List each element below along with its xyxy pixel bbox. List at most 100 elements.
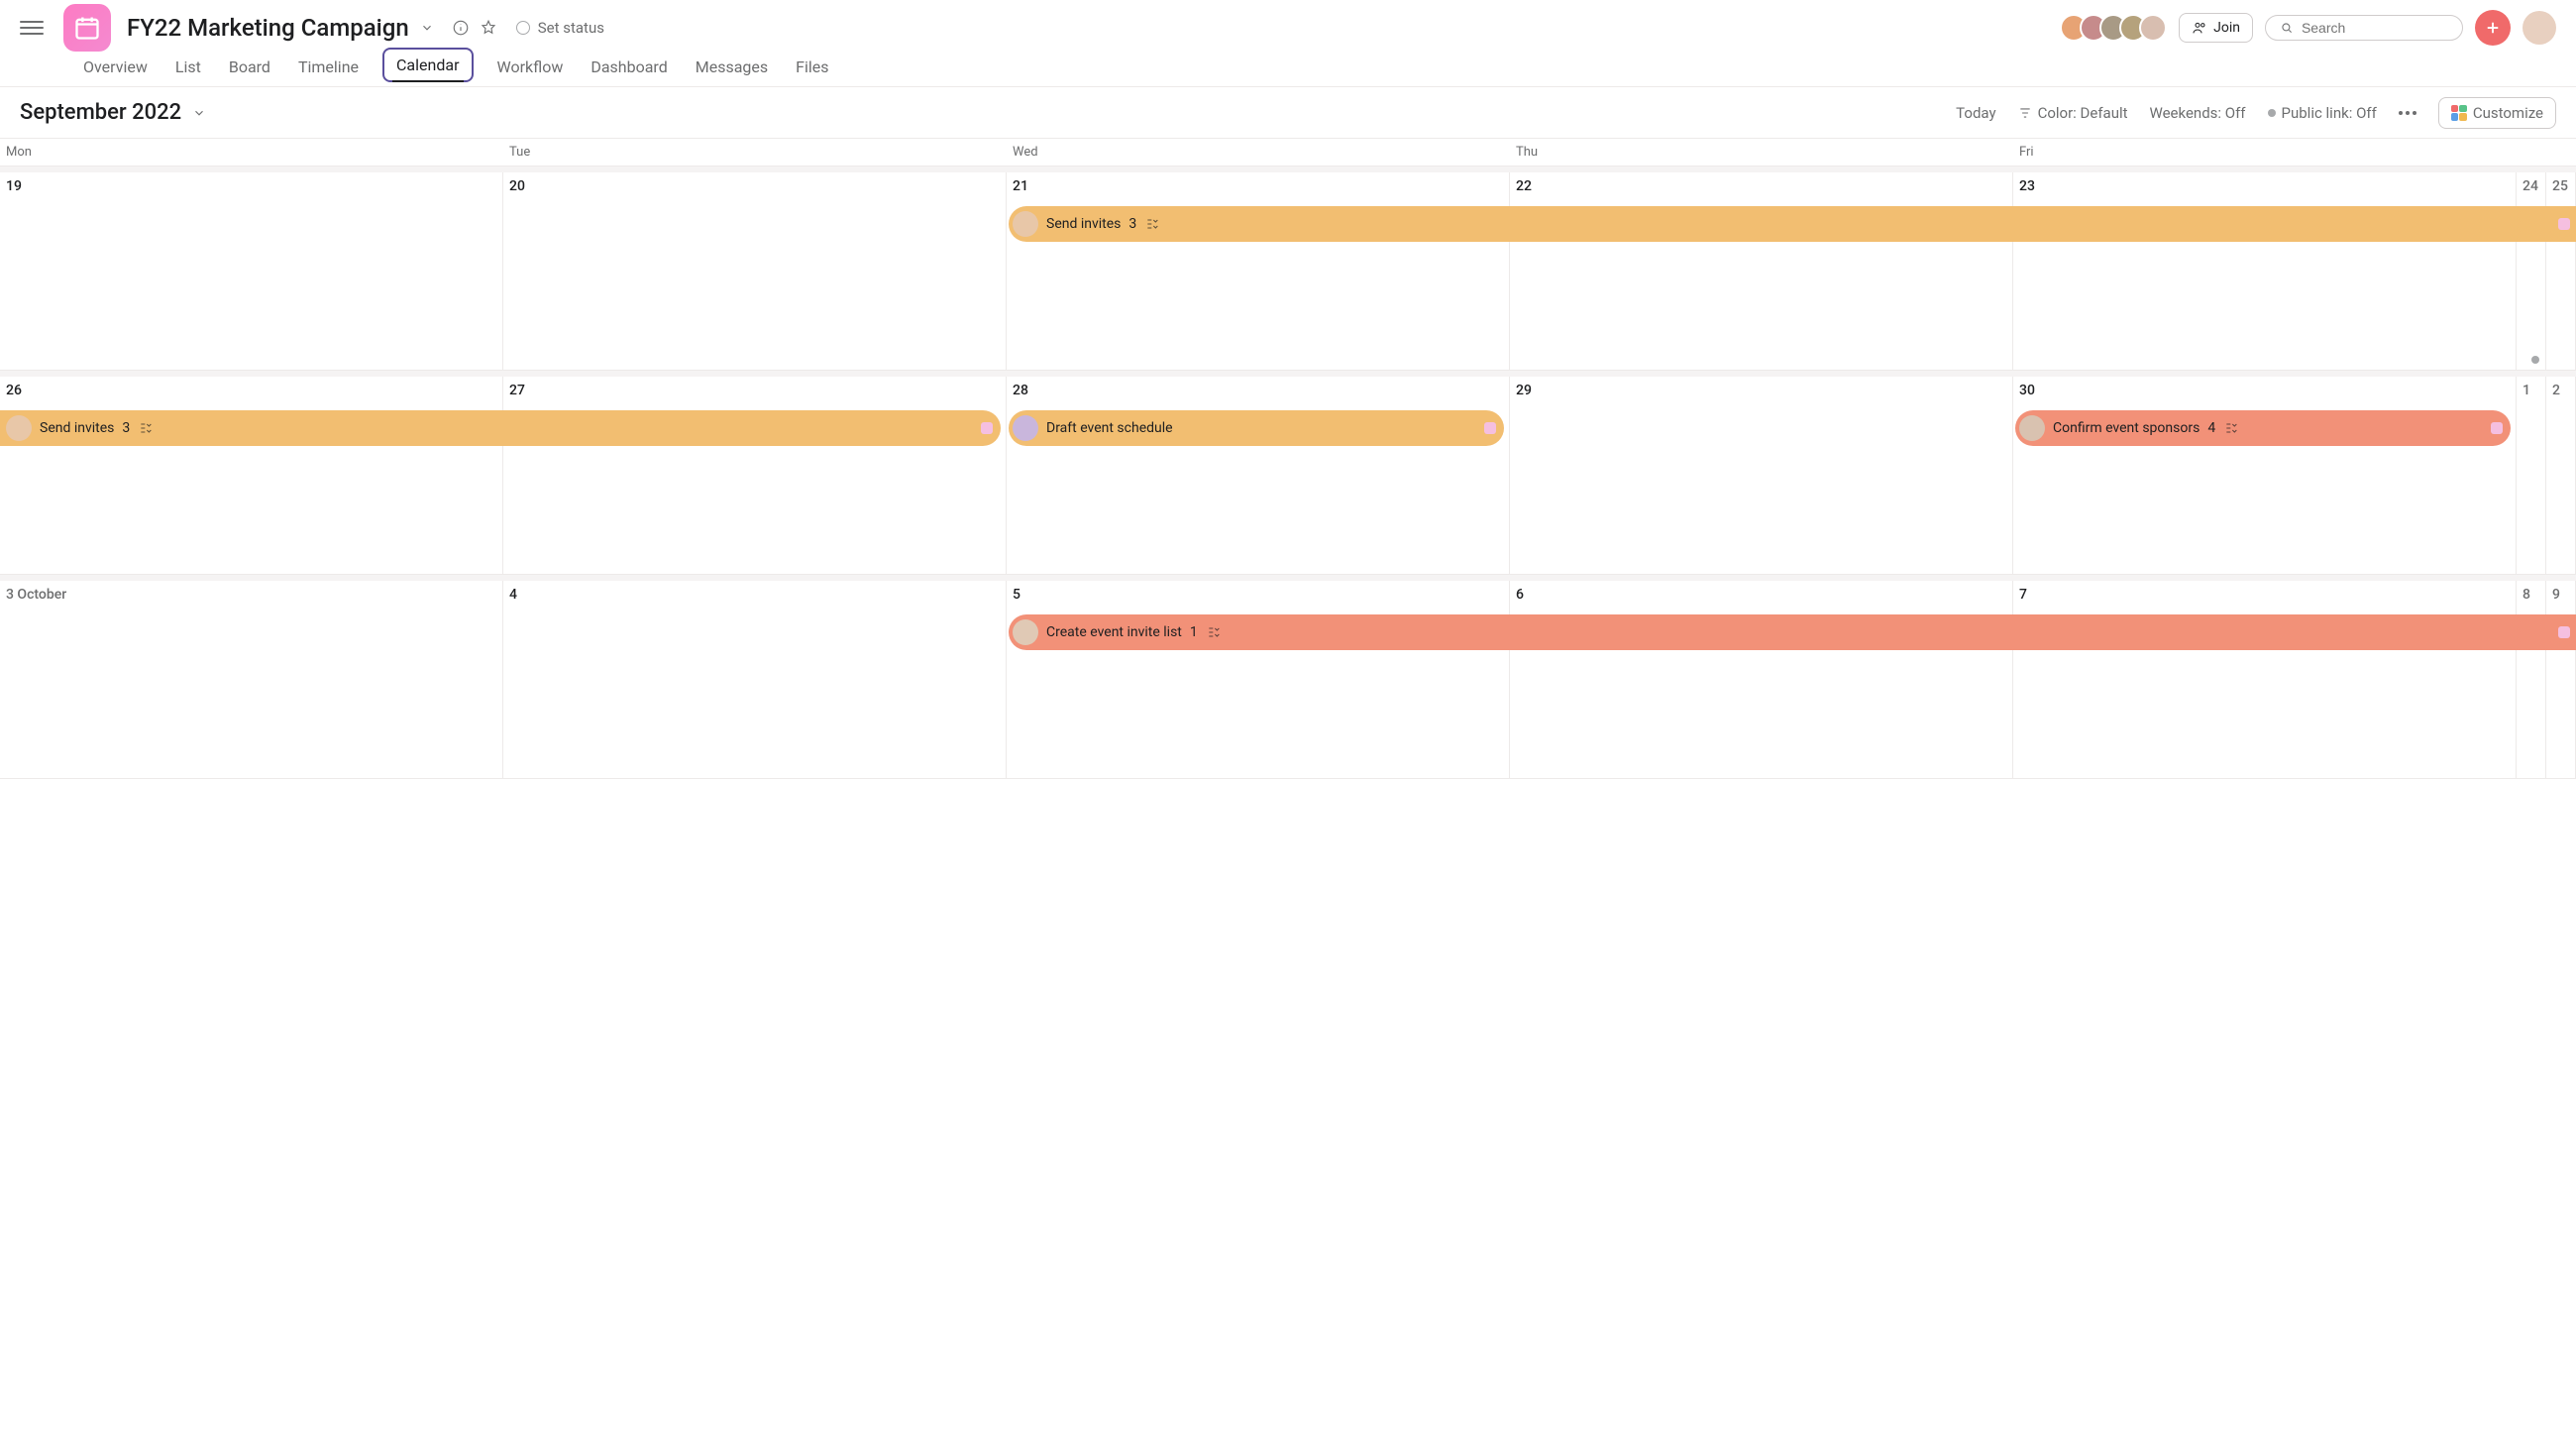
calendar-cell[interactable]: 23 xyxy=(2013,172,2517,371)
cell-date: 7 xyxy=(2019,587,2510,603)
calendar-cell[interactable]: 30 xyxy=(2013,377,2517,575)
calendar-cell[interactable]: 6 xyxy=(1510,581,2013,779)
task-bar[interactable]: Create event invite list1 xyxy=(1009,614,2576,650)
member-avatars[interactable] xyxy=(2060,14,2167,42)
tab-timeline[interactable]: Timeline xyxy=(294,57,363,86)
color-filter[interactable]: Color: Default xyxy=(2018,104,2128,122)
day-header: Tue xyxy=(503,139,1007,166)
calendar-cell[interactable]: 25 xyxy=(2546,172,2576,371)
add-button[interactable] xyxy=(2475,10,2511,46)
tab-workflow[interactable]: Workflow xyxy=(493,57,568,86)
dot-icon xyxy=(2268,109,2276,117)
subtask-icon xyxy=(2223,420,2239,436)
task-bar[interactable]: Send invites3 xyxy=(1009,206,2576,242)
cell-date: 22 xyxy=(1516,178,2006,194)
weekends-toggle[interactable]: Weekends: Off xyxy=(2150,104,2246,122)
weekends-label: Weekends: Off xyxy=(2150,104,2246,122)
tab-overview[interactable]: Overview xyxy=(79,57,152,86)
join-label: Join xyxy=(2213,20,2240,36)
current-user-avatar[interactable] xyxy=(2522,11,2556,45)
tab-messages[interactable]: Messages xyxy=(692,57,772,86)
cell-date: 2 xyxy=(2552,383,2569,398)
calendar-cell[interactable]: 1 xyxy=(2517,377,2546,575)
task-label: Create event invite list xyxy=(1046,624,1182,640)
calendar-cell[interactable]: 24 xyxy=(2517,172,2546,371)
calendar-row: 19 20 21 22 2324 25 Send invites3 xyxy=(0,166,2576,371)
menu-icon[interactable] xyxy=(20,16,44,40)
cell-date: 29 xyxy=(1516,383,2006,398)
cell-date: 27 xyxy=(509,383,1000,398)
cell-date: 5 xyxy=(1013,587,1503,603)
day-header: Thu xyxy=(1510,139,2013,166)
task-bar[interactable]: Send invites3 xyxy=(0,410,1001,446)
color-label: Color: Default xyxy=(2038,104,2128,122)
assignee-avatar xyxy=(1013,619,1038,645)
project-chip xyxy=(2558,218,2570,230)
member-avatar[interactable] xyxy=(2139,14,2167,42)
cell-date: 25 xyxy=(2552,178,2569,194)
search-box[interactable] xyxy=(2265,15,2463,41)
public-link-toggle[interactable]: Public link: Off xyxy=(2268,104,2377,122)
calendar-cell[interactable]: 5 xyxy=(1007,581,1510,779)
subtask-icon xyxy=(1144,216,1160,232)
calendar-cell[interactable]: 2 xyxy=(2546,377,2576,575)
calendar-cell[interactable]: 27 xyxy=(503,377,1007,575)
tab-files[interactable]: Files xyxy=(792,57,832,86)
tab-calendar[interactable]: Calendar xyxy=(382,48,473,82)
calendar-row: 26 27 28 29 30 12 Send invites3Draft event sch… xyxy=(0,371,2576,575)
tabs: Overview List Board Timeline Calendar Workflo… xyxy=(0,48,2576,87)
calendar-cell[interactable]: 7 xyxy=(2013,581,2517,779)
assignee-avatar xyxy=(1013,415,1038,441)
task-bar[interactable]: Draft event schedule xyxy=(1009,410,1504,446)
calendar-cell[interactable]: 21 xyxy=(1007,172,1510,371)
calendar-cell[interactable]: 4 xyxy=(503,581,1007,779)
day-header: Mon xyxy=(0,139,503,166)
task-bar[interactable]: Confirm event sponsors4 xyxy=(2015,410,2511,446)
calendar-cell[interactable]: 20 xyxy=(503,172,1007,371)
search-input[interactable] xyxy=(2302,20,2448,36)
day-header: Fri xyxy=(2013,139,2517,166)
header: FY22 Marketing Campaign Set status Join xyxy=(0,0,2576,48)
cell-date: 3 October xyxy=(6,587,496,603)
more-menu-icon[interactable] xyxy=(2399,111,2416,115)
star-icon[interactable] xyxy=(475,14,502,42)
tab-board[interactable]: Board xyxy=(225,57,274,86)
join-button[interactable]: Join xyxy=(2179,13,2253,43)
calendar-cell[interactable]: 26 xyxy=(0,377,503,575)
calendar-cell[interactable]: 28 xyxy=(1007,377,1510,575)
calendar-cell[interactable]: 8 xyxy=(2517,581,2546,779)
task-label: Send invites xyxy=(40,420,114,436)
task-label: Send invites xyxy=(1046,216,1121,232)
calendar-cell[interactable]: 3 October xyxy=(0,581,503,779)
project-chip xyxy=(1484,422,1496,434)
cell-date: 1 xyxy=(2522,383,2539,398)
project-icon[interactable] xyxy=(63,4,111,52)
customize-button[interactable]: Customize xyxy=(2438,97,2556,129)
calendar-cell[interactable]: 22 xyxy=(1510,172,2013,371)
search-icon xyxy=(2280,20,2294,36)
calendar-toolbar: September 2022 Today Color: Default Week… xyxy=(0,87,2576,139)
subtask-icon xyxy=(1206,624,1222,640)
project-chip xyxy=(2491,422,2503,434)
subtask-count: 4 xyxy=(2207,420,2215,436)
project-menu-chevron[interactable] xyxy=(417,18,437,38)
calendar-cell[interactable]: 9 xyxy=(2546,581,2576,779)
month-picker-chevron[interactable] xyxy=(189,103,209,123)
tab-list[interactable]: List xyxy=(171,57,205,86)
today-label: Today xyxy=(1956,104,1995,122)
public-link-label: Public link: Off xyxy=(2282,104,2377,122)
calendar-grid: 19202122232425Send invites3262728293012S… xyxy=(0,166,2576,779)
calendar-cell[interactable]: 19 xyxy=(0,172,503,371)
grid-icon xyxy=(2451,105,2467,121)
today-button[interactable]: Today xyxy=(1956,104,1995,122)
cell-date: 20 xyxy=(509,178,1000,194)
month-title: September 2022 xyxy=(20,100,181,125)
calendar-day-headers: MonTueWedThuFri xyxy=(0,139,2576,166)
cell-date: 21 xyxy=(1013,178,1503,194)
customize-label: Customize xyxy=(2473,104,2543,122)
info-icon[interactable] xyxy=(447,14,475,42)
tab-dashboard[interactable]: Dashboard xyxy=(587,57,671,86)
set-status-button[interactable]: Set status xyxy=(516,19,604,37)
project-title: FY22 Marketing Campaign xyxy=(127,14,409,42)
calendar-cell[interactable]: 29 xyxy=(1510,377,2013,575)
